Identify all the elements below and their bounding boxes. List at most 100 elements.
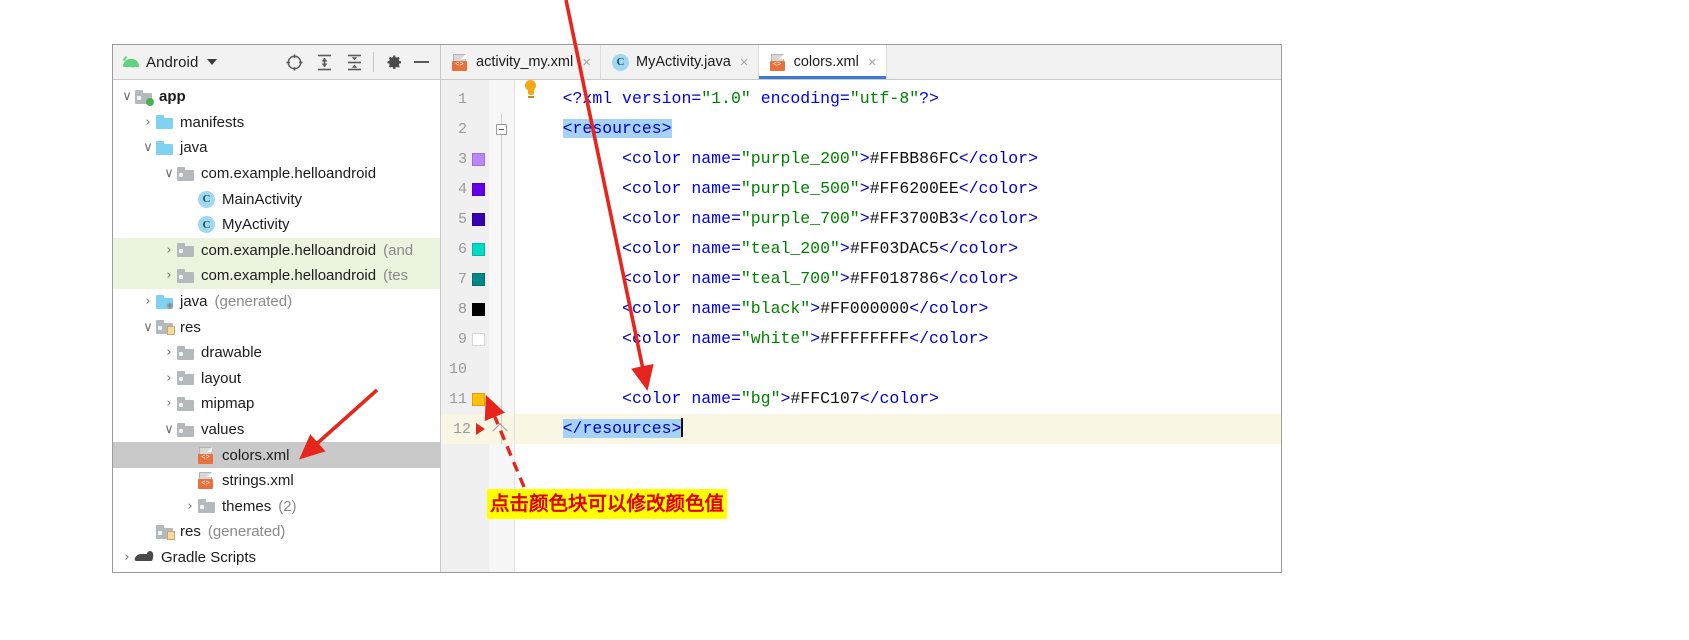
color-swatch[interactable]: [472, 302, 485, 316]
tab-activity-my-xml[interactable]: <> activity_my.xml ×: [441, 45, 601, 79]
code-line-11[interactable]: <color name="bg">#FFC107</color>: [515, 80, 1281, 414]
code-token: </: [859, 389, 880, 408]
color-swatch[interactable]: [472, 392, 485, 406]
tree-node-res[interactable]: res (generated): [113, 519, 440, 545]
chevron-down-icon[interactable]: ∨: [140, 321, 156, 334]
tree-node-drawable[interactable]: › drawable: [113, 340, 440, 366]
color-swatch[interactable]: [472, 242, 485, 256]
code-line-8[interactable]: <color name="black">#FF000000</color>: [515, 294, 1281, 324]
tree-node-mainactivity[interactable]: C MainActivity: [113, 186, 440, 212]
chevron-down-icon[interactable]: ∨: [140, 141, 156, 154]
chevron-right-icon[interactable]: ›: [161, 372, 177, 385]
color-swatch[interactable]: [472, 272, 485, 286]
code-token: >: [839, 239, 850, 258]
java-class-icon: C: [611, 53, 629, 71]
tree-node-themes[interactable]: › themes (2): [113, 494, 440, 520]
color-swatch[interactable]: [472, 332, 485, 346]
tree-node-layout[interactable]: › layout: [113, 366, 440, 392]
tree-node-java[interactable]: › ✺ java (generated): [113, 289, 440, 315]
tree-node-colors-xml[interactable]: <> colors.xml: [113, 442, 440, 468]
close-icon[interactable]: ×: [868, 55, 877, 70]
chevron-right-icon[interactable]: ›: [140, 116, 156, 129]
tree-node-mipmap[interactable]: › mipmap: [113, 391, 440, 417]
tree-node-app[interactable]: ∨ app: [113, 84, 440, 110]
code-token: =: [730, 389, 741, 408]
tree-node-strings-xml[interactable]: <> strings.xml: [113, 468, 440, 494]
code-line-9[interactable]: <color name="white">#FFFFFFFF</color>: [515, 324, 1281, 354]
chinese-annotation-note: 点击颜色块可以修改颜色值: [487, 489, 728, 520]
chevron-right-icon[interactable]: ›: [182, 500, 198, 513]
code-line-12[interactable]: </resources>: [515, 414, 1281, 444]
code-line-7[interactable]: <color name="teal_700">#FF018786</color>: [515, 264, 1281, 294]
gutter-line-8[interactable]: 8: [441, 294, 489, 324]
code-token: name: [691, 329, 731, 348]
chevron-right-icon[interactable]: ›: [161, 244, 177, 257]
close-icon[interactable]: ×: [740, 55, 749, 70]
gutter-line-3[interactable]: 3: [441, 144, 489, 174]
gutter-line-6[interactable]: 6: [441, 234, 489, 264]
gutter-line-11[interactable]: 11: [441, 384, 489, 414]
gear-icon[interactable]: [378, 47, 408, 77]
tree-node-label: values: [201, 421, 245, 439]
intention-bulb-icon[interactable]: [523, 80, 538, 99]
tree-node-java[interactable]: ∨ java: [113, 135, 440, 161]
chevron-right-icon[interactable]: ›: [161, 397, 177, 410]
chevron-right-icon[interactable]: ›: [119, 551, 135, 564]
editor-gutter[interactable]: 1 2 3 4 5 6 7 8 9 10 11 12: [441, 80, 489, 572]
collapse-all-icon[interactable]: [339, 47, 369, 77]
chevron-down-icon[interactable]: ∨: [161, 423, 177, 436]
code-line-1[interactable]: <?xml version="1.0" encoding="utf-8"?>: [515, 84, 1281, 114]
run-marker-icon[interactable]: [476, 423, 485, 435]
package-folder-icon: [177, 396, 194, 411]
tree-node-com-example-helloandroid[interactable]: › com.example.helloandroid (and: [113, 237, 440, 264]
color-swatch[interactable]: [472, 152, 485, 166]
code-token: #FFBB86FC: [869, 149, 959, 168]
gutter-line-2[interactable]: 2: [441, 114, 489, 144]
color-swatch[interactable]: [472, 182, 485, 196]
gutter-line-9[interactable]: 9: [441, 324, 489, 354]
tree-node-manifests[interactable]: › manifests: [113, 110, 440, 136]
chevron-down-icon[interactable]: ∨: [119, 90, 135, 103]
chevron-right-icon[interactable]: ›: [140, 295, 156, 308]
code-line-3[interactable]: <color name="purple_200">#FFBB86FC</colo…: [515, 144, 1281, 174]
code-token: =: [730, 149, 741, 168]
color-swatch[interactable]: [472, 212, 485, 226]
gutter-line-5[interactable]: 5: [441, 204, 489, 234]
code-line-2[interactable]: <resources>: [515, 114, 1281, 144]
line-number: 5: [457, 210, 467, 228]
tree-node-values[interactable]: ∨ values: [113, 417, 440, 443]
tab-myactivity-java[interactable]: C MyActivity.java ×: [601, 45, 759, 79]
chevron-down-icon[interactable]: ∨: [161, 167, 177, 180]
minimize-icon[interactable]: [408, 47, 434, 77]
gutter-line-4[interactable]: 4: [441, 174, 489, 204]
code-line-6[interactable]: <color name="teal_200">#FF03DAC5</color>: [515, 234, 1281, 264]
code-token: =: [730, 239, 741, 258]
xml-file-icon: <>: [769, 53, 787, 71]
tree-node-com-example-helloandroid[interactable]: › com.example.helloandroid (tes: [113, 263, 440, 289]
code-token: "1.0": [701, 89, 751, 108]
gutter-line-12[interactable]: 12: [441, 414, 489, 444]
fold-collapse-icon[interactable]: [496, 123, 507, 135]
code-token: <?: [562, 89, 583, 108]
gutter-line-1[interactable]: 1: [441, 84, 489, 114]
chevron-down-icon[interactable]: [207, 59, 218, 65]
code-token: </: [909, 329, 930, 348]
tree-node-myactivity[interactable]: C MyActivity: [113, 212, 440, 238]
project-tree[interactable]: ∨ app › manifests ∨ java ∨ com.example.helloand…: [113, 80, 441, 572]
gutter-line-7[interactable]: 7: [441, 264, 489, 294]
code-token: #FF3700B3: [869, 209, 959, 228]
close-icon[interactable]: ×: [582, 55, 591, 70]
tab-colors-xml[interactable]: <> colors.xml ×: [758, 45, 887, 79]
code-line-10[interactable]: [515, 354, 1281, 384]
code-line-4[interactable]: <color name="purple_500">#FF6200EE</colo…: [515, 174, 1281, 204]
chevron-right-icon[interactable]: ›: [161, 269, 177, 282]
tree-node-res[interactable]: ∨ res: [113, 314, 440, 340]
chevron-right-icon[interactable]: ›: [161, 346, 177, 359]
fold-end-icon[interactable]: [492, 422, 508, 439]
locate-icon[interactable]: [279, 47, 309, 77]
gutter-line-10[interactable]: 10: [441, 354, 489, 384]
tree-node-gradle-scripts[interactable]: › Gradle Scripts: [113, 545, 440, 571]
tree-node-com-example-helloandroid[interactable]: ∨ com.example.helloandroid: [113, 161, 440, 187]
code-line-5[interactable]: <color name="purple_700">#FF3700B3</colo…: [515, 204, 1281, 234]
expand-all-icon[interactable]: [309, 47, 339, 77]
